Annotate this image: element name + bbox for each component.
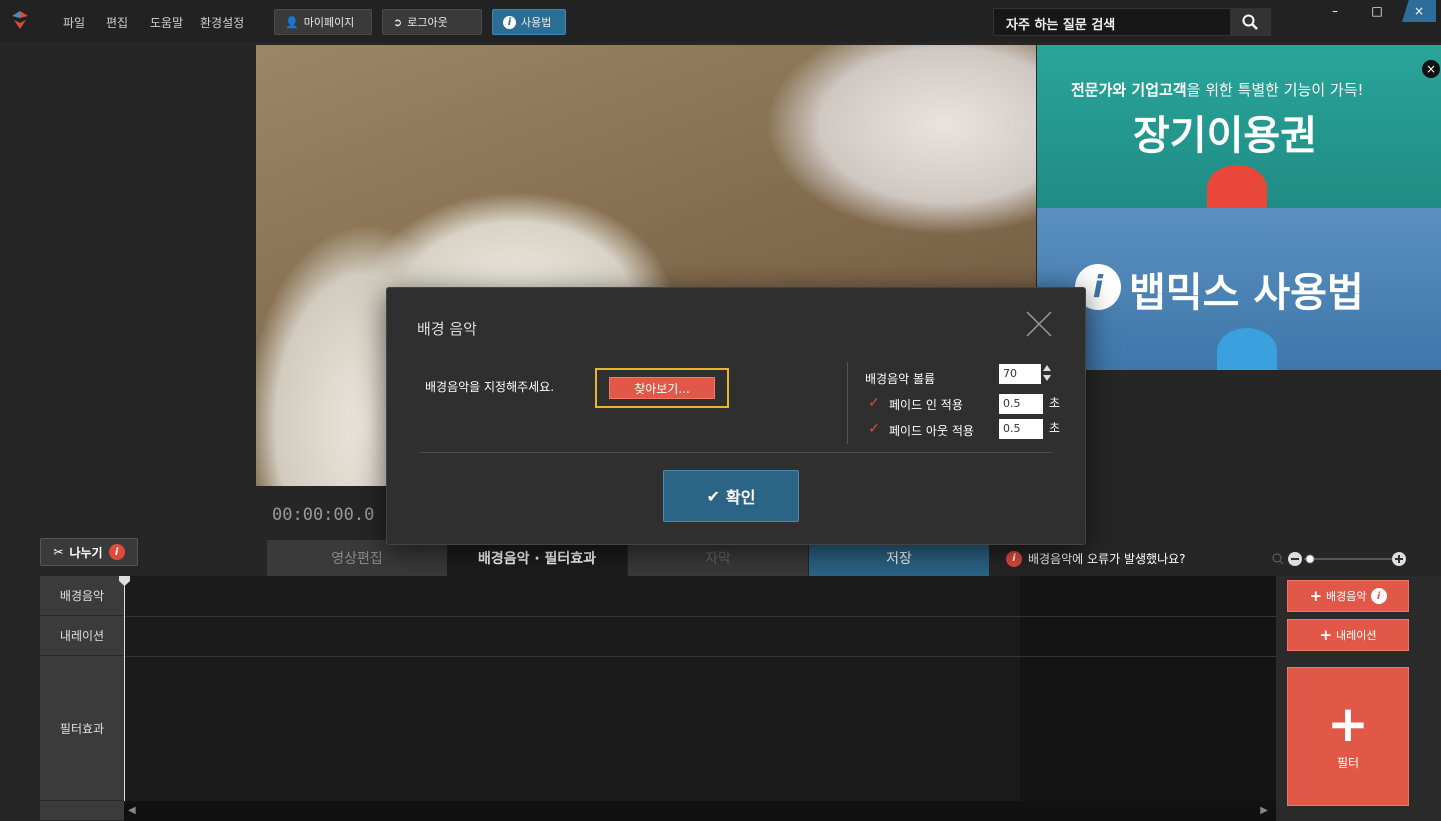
playhead[interactable] xyxy=(124,576,125,801)
check-icon: ✔ xyxy=(706,486,720,506)
unit-seconds: 초 xyxy=(1049,421,1061,435)
timeline-scrollbar[interactable]: ◀ ▶ xyxy=(124,801,1276,821)
ad-subtitle-prefix: 전문가와 기업고객 xyxy=(1071,81,1187,99)
search-icon xyxy=(1242,14,1258,30)
menu-file[interactable]: 파일 xyxy=(63,14,85,31)
add-bgm-button[interactable]: + 배경음악 i xyxy=(1287,580,1409,612)
browse-highlight: 찾아보기... xyxy=(595,368,729,408)
tab-subtitle[interactable]: 자막 xyxy=(628,540,808,576)
search-button[interactable] xyxy=(1230,8,1270,36)
fade-in-label: 페이드 인 적용 xyxy=(889,398,963,412)
bgm-dialog: 배경 음악 배경음악을 지정해주세요. 찾아보기... 배경음악 볼륨 70 ✓… xyxy=(386,287,1086,545)
fade-in-checkbox[interactable]: ✓ xyxy=(867,395,881,411)
mypage-button[interactable]: 👤 마이페이지 xyxy=(274,9,372,35)
info-icon: i xyxy=(1006,550,1022,567)
logout-button[interactable]: ➲ 로그아웃 xyxy=(382,9,482,35)
app-logo xyxy=(12,11,28,29)
ad-banner-howto[interactable]: i 뱁믹스 사용법 xyxy=(1037,208,1441,370)
divider xyxy=(419,452,1053,453)
scissors-icon: ✂ xyxy=(53,545,64,559)
bird-mascot-icon xyxy=(1217,328,1277,370)
playhead-handle[interactable] xyxy=(119,576,130,586)
info-icon[interactable]: i xyxy=(1370,588,1387,604)
menu-settings[interactable]: 환경설정 xyxy=(200,14,244,31)
volume-stepper[interactable] xyxy=(1041,362,1053,384)
volume-input[interactable]: 70 xyxy=(999,364,1043,384)
split-button[interactable]: ✂ 나누기 i xyxy=(40,538,138,566)
bgm-error-help-link[interactable]: i 배경음악에 오류가 발생했나요? xyxy=(1006,550,1186,567)
user-icon: 👤 xyxy=(285,15,299,29)
minimize-button[interactable]: – xyxy=(1318,0,1352,22)
fade-out-label: 페이드 아웃 적용 xyxy=(889,424,974,438)
timecode: 00:00:00.0 xyxy=(272,505,375,525)
scroll-left-icon[interactable]: ◀ xyxy=(128,805,136,816)
close-icon[interactable] xyxy=(1023,308,1055,340)
add-narration-button[interactable]: + 내레이션 xyxy=(1287,619,1409,651)
plus-icon: + xyxy=(1319,626,1333,644)
confirm-button[interactable]: ✔ 확인 xyxy=(663,470,799,522)
track-label-narration: 내레이션 xyxy=(40,616,124,656)
menu-edit[interactable]: 편집 xyxy=(106,14,128,31)
timeline-empty-region xyxy=(1020,576,1276,801)
info-icon: i xyxy=(503,15,516,29)
bird-mascot-icon xyxy=(1207,165,1267,208)
volume-label: 배경음악 볼륨 xyxy=(865,372,936,386)
fade-out-checkbox[interactable]: ✓ xyxy=(867,421,881,437)
zoom-slider[interactable] xyxy=(1270,550,1410,568)
divider xyxy=(847,362,848,444)
plus-icon: + xyxy=(1309,587,1323,605)
track-label-filter: 필터효과 xyxy=(40,656,124,801)
ad-banner-subscription[interactable]: 전문가와 기업고객을 위한 특별한 기능이 가득! 장기이용권 xyxy=(1037,45,1441,208)
unit-seconds: 초 xyxy=(1049,396,1061,410)
info-icon[interactable]: i xyxy=(108,544,125,560)
scroll-right-icon[interactable]: ▶ xyxy=(1260,805,1268,816)
tab-save[interactable]: 저장 xyxy=(809,540,989,576)
fade-out-input[interactable]: 0.5 xyxy=(999,419,1043,439)
ad-close-button[interactable]: × xyxy=(1422,60,1440,78)
plus-icon: + xyxy=(1327,695,1369,753)
logout-icon: ➲ xyxy=(393,15,403,29)
ad-title: 뱁믹스 사용법 xyxy=(1129,270,1364,316)
menu-help[interactable]: 도움말 xyxy=(150,14,183,31)
tab-bgm-filter[interactable]: 배경음악 · 필터효과 xyxy=(447,540,627,576)
track-divider xyxy=(124,616,1276,617)
track-divider xyxy=(124,656,1276,657)
bgm-prompt: 배경음악을 지정해주세요. xyxy=(425,380,555,394)
ad-subtitle-suffix: 을 위한 특별한 기능이 가득! xyxy=(1186,81,1364,99)
dialog-title: 배경 음악 xyxy=(417,320,477,338)
howto-button[interactable]: i 사용법 xyxy=(492,9,566,35)
track-label-bgm: 배경음악 xyxy=(40,576,124,616)
track-label-spacer xyxy=(40,801,124,821)
ad-title: 장기이용권 xyxy=(1133,113,1317,159)
fade-in-input[interactable]: 0.5 xyxy=(999,394,1043,414)
maximize-button[interactable]: □ xyxy=(1360,0,1394,22)
browse-button[interactable]: 찾아보기... xyxy=(609,377,715,399)
tab-video-edit[interactable]: 영상편집 xyxy=(267,540,447,576)
add-filter-button[interactable]: + 필터 xyxy=(1287,667,1409,806)
